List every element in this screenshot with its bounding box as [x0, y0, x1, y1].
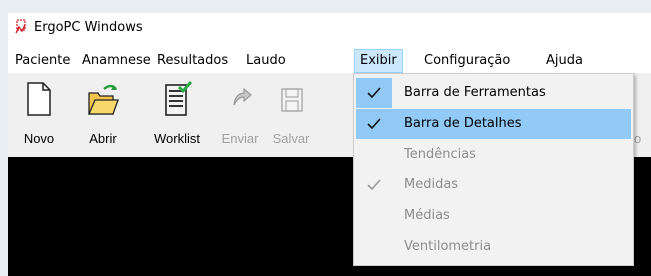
- save-icon: [275, 81, 307, 117]
- menu-resultados[interactable]: Resultados: [152, 49, 233, 73]
- menu-item-label: Tendências: [404, 147, 476, 162]
- menu-laudo[interactable]: Laudo: [241, 49, 291, 73]
- exibir-dropdown-menu: Barra de Ferramentas Barra de Detalhes T…: [353, 73, 634, 266]
- worklist-icon: [161, 81, 193, 117]
- title-bar: ErgoPC Windows: [8, 13, 651, 43]
- menu-item-medidas[interactable]: Medidas: [356, 170, 631, 200]
- send-icon: [224, 81, 256, 117]
- enviar-button[interactable]: Enviar: [216, 77, 264, 153]
- menu-item-barra-detalhes[interactable]: Barra de Detalhes: [356, 109, 631, 139]
- menu-anamnese[interactable]: Anamnese: [77, 49, 156, 73]
- menu-item-label: Barra de Detalhes: [404, 116, 522, 131]
- menu-item-label: Médias: [404, 208, 450, 223]
- worklist-label: Worklist: [154, 131, 200, 146]
- menu-bar: Paciente Anamnese Resultados Laudo Exibi…: [8, 49, 651, 73]
- salvar-button[interactable]: Salvar: [268, 77, 314, 153]
- checkmark-icon: [356, 78, 392, 108]
- menu-item-barra-ferramentas[interactable]: Barra de Ferramentas: [356, 78, 631, 108]
- checkmark-icon: [356, 109, 392, 139]
- menu-ajuda[interactable]: Ajuda: [541, 49, 588, 73]
- abrir-label: Abrir: [89, 131, 117, 146]
- toolbar-partial-label: o: [634, 131, 642, 146]
- menu-item-medias[interactable]: Médias: [356, 201, 631, 231]
- menu-configuracao[interactable]: Configuração: [419, 49, 515, 73]
- worklist-button[interactable]: Worklist: [146, 77, 208, 153]
- novo-label: Novo: [23, 131, 55, 146]
- salvar-label: Salvar: [272, 131, 310, 146]
- window-title: ErgoPC Windows: [34, 20, 143, 35]
- menu-item-label: Ventilometria: [404, 239, 492, 254]
- menu-item-label: Barra de Ferramentas: [404, 85, 546, 100]
- new-document-icon: [23, 81, 55, 117]
- abrir-button[interactable]: Abrir: [80, 77, 126, 153]
- menu-item-ventilometria[interactable]: Ventilometria: [356, 232, 631, 262]
- menu-item-label: Medidas: [404, 177, 459, 192]
- menu-paciente[interactable]: Paciente: [10, 49, 75, 73]
- checkmark-icon: [356, 170, 392, 200]
- novo-button[interactable]: Novo: [16, 77, 62, 153]
- open-folder-icon: [87, 81, 119, 117]
- menu-exibir[interactable]: Exibir: [354, 49, 403, 73]
- enviar-label: Enviar: [221, 131, 259, 146]
- menu-item-tendencias[interactable]: Tendências: [356, 140, 631, 170]
- ergopc-app-icon: [14, 19, 28, 35]
